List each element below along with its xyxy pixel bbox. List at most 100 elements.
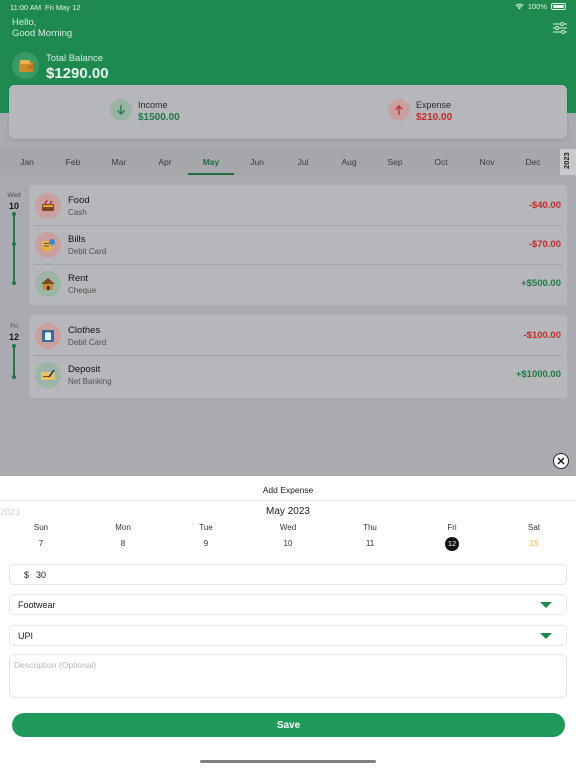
year-selector[interactable]: 2023 [560,149,576,175]
active-month-indicator [188,173,234,175]
status-right: 100% [515,2,566,11]
weekday-thu: Thu [363,523,377,532]
day-name: Fri [10,323,18,330]
calendar-day[interactable]: 8 [103,537,143,551]
year-label: 2023 [562,152,571,169]
income-arrow-icon [110,99,132,121]
status-date: Fri May 12 [45,3,81,12]
transaction-group-fri: Clothes Debit Card -$100.00 Deposit Net Bank… [29,315,567,398]
close-icon [557,457,565,465]
description-input[interactable] [14,660,559,692]
calendar-day[interactable]: 9 [186,537,226,551]
month-tab-nov[interactable]: Nov [464,149,510,175]
calendar-day[interactable]: 7 [21,537,61,551]
wifi-icon [515,3,524,10]
income-label: Income [138,100,168,110]
weekday-sat: Sat [527,523,540,532]
greeting-line-1: Hello, [12,17,37,28]
timeline-dot [12,281,16,285]
description-field[interactable] [9,654,567,698]
expense-label: Expense [416,100,452,110]
transaction-group-wed: Food Cash -$40.00 Bills Debit Card -$70.00 Ren… [29,185,567,305]
status-bar: 11:00 AM Fri May 12 100% [0,0,576,14]
transaction-row-deposit[interactable]: Deposit Net Banking +$1000.00 [29,355,567,394]
home-indicator[interactable] [200,760,376,763]
greeting: Hello, Good Morning [12,17,72,39]
day-label-fri: Fri 12 [0,323,28,342]
filter-settings-icon[interactable] [553,22,567,34]
save-button[interactable]: Save [12,713,565,737]
chevron-down-icon [540,602,552,608]
greeting-line-2: Good Morning [12,28,73,39]
month-tab-jul[interactable]: Jul [280,149,326,175]
transaction-amount: +$500.00 [521,278,561,289]
transaction-row-bills[interactable]: Bills Debit Card -$70.00 [29,225,567,264]
bills-icon [35,232,61,258]
transaction-category: Bills [68,234,86,245]
timeline-dot [12,242,16,246]
selected-day-number: 12 [445,537,459,551]
expense-value: $210.00 [416,112,453,123]
chevron-down-icon [540,633,552,639]
battery-percent: 100% [527,2,547,11]
income-value: $1500.00 [138,112,180,123]
transaction-amount: -$100.00 [523,330,561,341]
cheque-icon [35,362,61,388]
month-tab-dec[interactable]: Dec [510,149,556,175]
month-tab-aug[interactable]: Aug [326,149,372,175]
house-icon [35,271,61,297]
month-tab-apr[interactable]: Apr [142,149,188,175]
weekday-mon: Mon [115,523,131,532]
month-tab-jan[interactable]: Jan [4,149,50,175]
transaction-row-rent[interactable]: Rent Cheque +$500.00 [29,264,567,303]
transaction-category: Rent [68,273,89,284]
weekday-tue: Tue [199,523,213,532]
calendar-month-label: May 2023 [266,506,310,517]
transaction-method: Cheque [68,286,97,295]
calendar-day[interactable]: 15 [514,537,554,551]
shirt-icon [35,323,61,349]
day-number: 10 [8,201,19,211]
row-divider [33,355,563,356]
month-tab-jun[interactable]: Jun [234,149,280,175]
payment-method-value: UPI [18,631,34,641]
month-tab-feb[interactable]: Feb [50,149,96,175]
transaction-row-food[interactable]: Food Cash -$40.00 [29,186,567,225]
total-balance-value: $1290.00 [46,65,109,82]
timeline-dot [12,344,16,348]
calendar-day[interactable]: 11 [350,537,390,551]
transaction-method: Debit Card [68,247,107,256]
sheet-divider [0,500,576,501]
expense-arrow-icon [388,99,410,121]
row-divider [33,225,563,226]
amount-input[interactable] [36,568,536,582]
payment-method-select[interactable]: UPI [9,625,567,646]
month-tab-sep[interactable]: Sep [372,149,418,175]
transaction-method: Net Banking [68,377,112,386]
sheet-title: Add Expense [262,485,314,495]
wallet-icon [12,52,39,79]
add-expense-sheet: Add Expense 2023 May 2023 Sun Mon Tue Wed Th… [0,476,576,768]
month-tab-oct[interactable]: Oct [418,149,464,175]
transaction-amount: -$70.00 [528,239,561,250]
close-sheet-button[interactable] [553,453,569,469]
month-tab-mar[interactable]: Mar [96,149,142,175]
day-label-wed: Wed 10 [0,192,28,211]
transaction-method: Debit Card [68,338,107,347]
timeline-line [13,346,15,378]
category-select[interactable]: Footwear [9,594,567,615]
weekday-sun: Sun [33,523,49,532]
month-tab-may[interactable]: May [188,149,234,175]
month-tabs: Jan Feb Mar Apr May Jun Jul Aug Sep Oct Nov Dec [0,149,560,175]
transaction-row-clothes[interactable]: Clothes Debit Card -$100.00 [29,316,567,355]
calendar-day[interactable]: 10 [268,537,308,551]
transaction-amount: +$1000.00 [515,369,561,380]
amount-field[interactable]: $ [9,564,567,585]
timeline-dot [12,375,16,379]
home-screen: 11:00 AM Fri May 12 100% Hello, Good Mor… [0,0,576,476]
transaction-category: Deposit [68,364,101,375]
food-icon [35,193,61,219]
calendar-day-selected[interactable]: 12 [432,537,472,551]
transaction-amount: -$40.00 [528,200,561,211]
transaction-category: Clothes [68,325,101,336]
